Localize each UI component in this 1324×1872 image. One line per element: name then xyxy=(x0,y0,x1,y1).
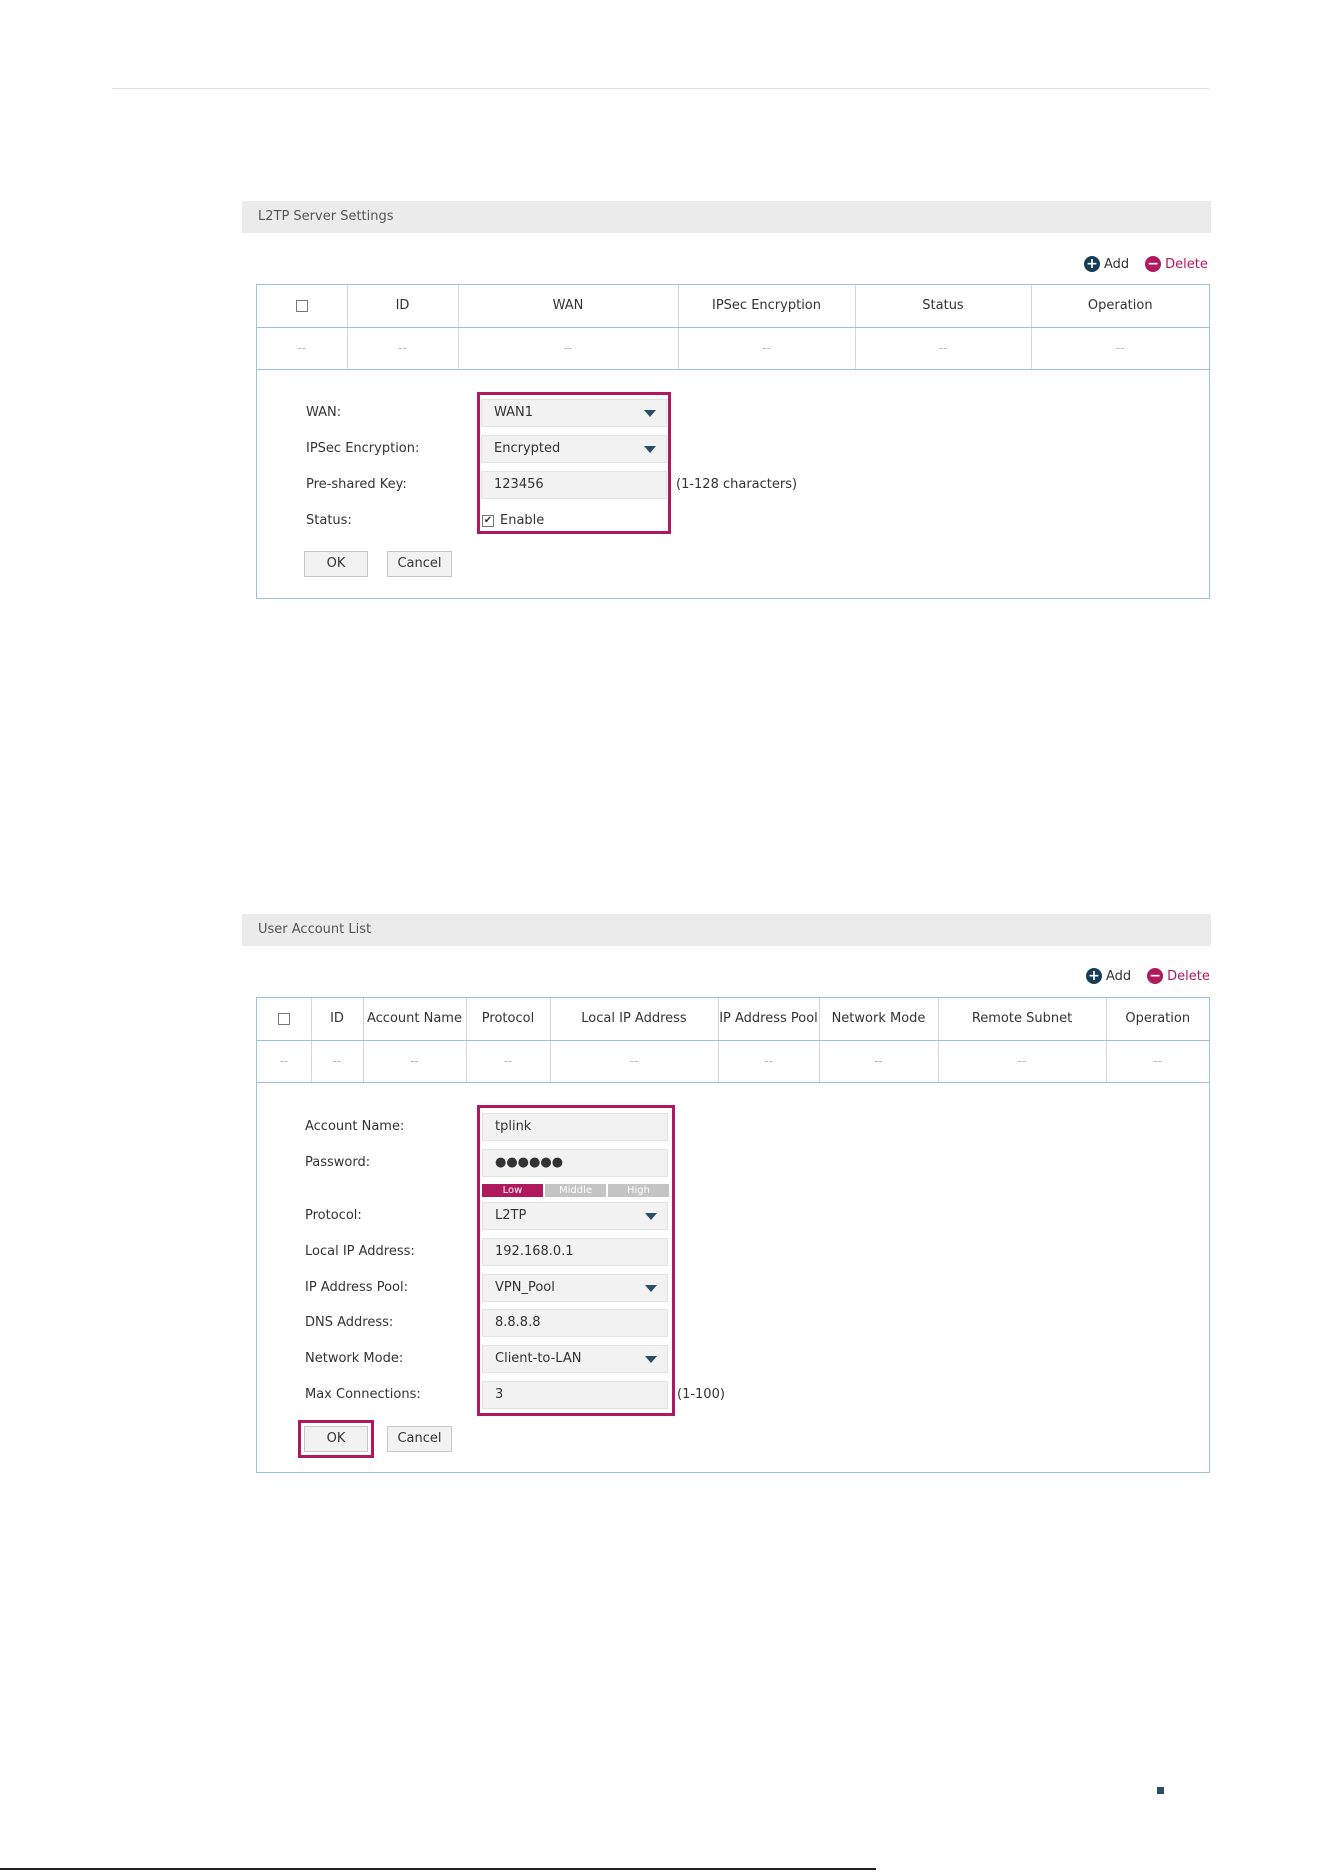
max-connections-hint: (1-100) xyxy=(677,1387,725,1402)
empty-cell: -- xyxy=(363,1040,467,1083)
pre-shared-key-label: Pre-shared Key: xyxy=(306,477,407,492)
select-all-cell[interactable] xyxy=(257,998,312,1041)
empty-cell: -- xyxy=(819,1040,939,1083)
col-id: ID xyxy=(311,998,364,1041)
account-name-label: Account Name: xyxy=(305,1119,405,1134)
l2tp-server-table: ID WAN IPSec Encryption Status Operation… xyxy=(257,285,1209,370)
bottom-rule xyxy=(0,1868,876,1870)
col-wan: WAN xyxy=(458,285,679,328)
col-local-ip-address: Local IP Address xyxy=(550,998,719,1041)
ok-button-highlight xyxy=(298,1420,374,1458)
cancel-button[interactable]: Cancel xyxy=(387,551,452,577)
add-button[interactable]: + Add xyxy=(1086,968,1131,984)
col-network-mode: Network Mode xyxy=(819,998,939,1041)
minus-icon: − xyxy=(1145,256,1162,272)
empty-cell: -- xyxy=(466,1040,551,1083)
plus-icon: + xyxy=(1084,256,1100,272)
col-operation: Operation xyxy=(1106,998,1209,1041)
select-all-checkbox[interactable] xyxy=(295,299,308,312)
l2tp-toolbar: + Add − Delete xyxy=(1084,256,1208,272)
pre-shared-key-hint: (1-128 characters) xyxy=(676,477,798,492)
cancel-button[interactable]: Cancel xyxy=(387,1426,452,1452)
highlight-box xyxy=(477,1105,675,1416)
empty-cell: -- xyxy=(257,327,348,370)
col-status: Status xyxy=(855,285,1032,328)
highlight-box xyxy=(477,392,671,534)
empty-cell: -- xyxy=(550,1040,719,1083)
empty-cell: -- xyxy=(718,1040,820,1083)
minus-icon: − xyxy=(1147,968,1164,984)
delete-button[interactable]: − Delete xyxy=(1147,968,1210,984)
empty-cell: -- xyxy=(1106,1040,1209,1083)
empty-cell: -- xyxy=(311,1040,364,1083)
col-account-name: Account Name xyxy=(363,998,467,1041)
table-header-row: ID WAN IPSec Encryption Status Operation xyxy=(257,285,1209,328)
col-remote-subnet: Remote Subnet xyxy=(938,998,1107,1041)
empty-cell: -- xyxy=(1031,327,1209,370)
protocol-label: Protocol: xyxy=(305,1208,362,1223)
col-protocol: Protocol xyxy=(466,998,551,1041)
table-header-row: ID Account Name Protocol Local IP Addres… xyxy=(257,998,1209,1041)
add-label: Add xyxy=(1106,968,1132,984)
empty-cell: -- xyxy=(257,1040,312,1083)
empty-cell: -- xyxy=(938,1040,1107,1083)
ip-address-pool-label: IP Address Pool: xyxy=(305,1280,408,1295)
select-all-checkbox[interactable] xyxy=(277,1012,290,1025)
user-account-list-header: User Account List xyxy=(242,914,1211,946)
local-ip-address-label: Local IP Address: xyxy=(305,1244,415,1259)
delete-label: Delete xyxy=(1165,256,1208,272)
wan-label: WAN: xyxy=(306,405,342,420)
ipsec-encryption-label: IPSec Encryption: xyxy=(306,441,420,456)
col-ip-address-pool: IP Address Pool xyxy=(718,998,820,1041)
status-label: Status: xyxy=(306,513,352,528)
table-row: -- -- -- -- -- -- xyxy=(257,327,1209,370)
delete-button[interactable]: − Delete xyxy=(1145,256,1208,272)
l2tp-server-settings-header: L2TP Server Settings xyxy=(242,201,1211,233)
network-mode-label: Network Mode: xyxy=(305,1351,404,1366)
select-all-cell[interactable] xyxy=(257,285,348,328)
plus-icon: + xyxy=(1086,968,1102,984)
col-id: ID xyxy=(347,285,459,328)
ok-button[interactable]: OK xyxy=(304,551,368,577)
top-rule xyxy=(112,88,1209,89)
page-marker xyxy=(1157,1787,1164,1794)
password-label: Password: xyxy=(305,1155,371,1170)
delete-label: Delete xyxy=(1167,968,1210,984)
empty-cell: -- xyxy=(347,327,459,370)
user-account-toolbar: + Add − Delete xyxy=(1086,968,1210,984)
add-button[interactable]: + Add xyxy=(1084,256,1129,272)
max-connections-label: Max Connections: xyxy=(305,1387,421,1402)
empty-cell: -- xyxy=(678,327,856,370)
col-operation: Operation xyxy=(1031,285,1209,328)
empty-cell: -- xyxy=(458,327,679,370)
empty-cell: -- xyxy=(855,327,1032,370)
dns-address-label: DNS Address: xyxy=(305,1315,394,1330)
table-row: -- -- -- -- -- -- -- -- -- xyxy=(257,1040,1209,1083)
user-account-table: ID Account Name Protocol Local IP Addres… xyxy=(257,998,1209,1083)
add-label: Add xyxy=(1104,256,1130,272)
col-ipsec-encryption: IPSec Encryption xyxy=(678,285,856,328)
